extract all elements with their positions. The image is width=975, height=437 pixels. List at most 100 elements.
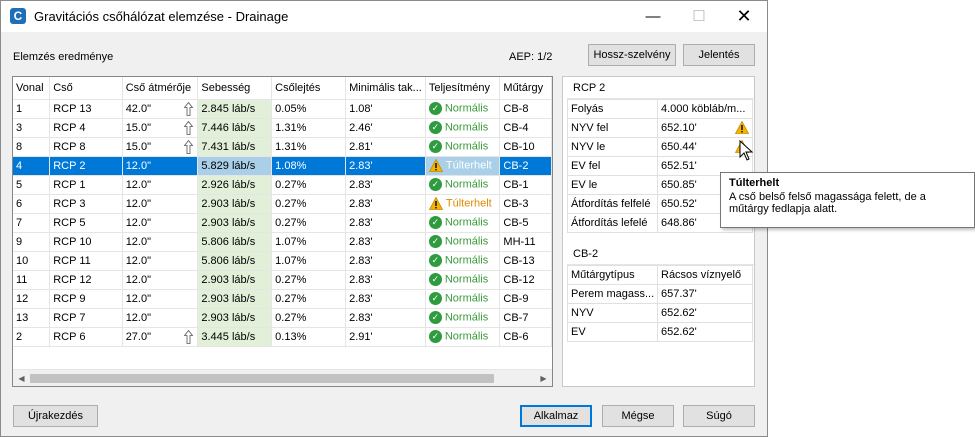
velocity-cell-value: 7.431 láb/s [201, 140, 256, 153]
table-row[interactable]: 8 RCP 8 15.0" 7.431 láb/s 1.31% 2.81' ✓ Normáli… [13, 137, 552, 157]
min-cover-cell-value: 2.91' [349, 330, 373, 343]
table-row[interactable]: 13 RCP 7 12.0" 2.903 láb/s 0.27% 2.83' ✓ Normál… [13, 308, 552, 328]
performance-value: Normális [444, 121, 489, 134]
line-cell-value: 4 [16, 159, 23, 172]
slope-cell: 0.27% [271, 308, 347, 328]
close-button[interactable]: ✕ [721, 1, 767, 32]
table-header-row: Vonal Cső Cső átmérője Sebesség Csőlejtés Min… [13, 77, 552, 100]
pipe-cell-value: RCP 3 [53, 197, 86, 210]
property-row[interactable]: Műtárgytípus Rácsos víznyelő [567, 265, 753, 285]
min-cover-cell: 2.83' [345, 156, 426, 176]
performance-value: Normális [444, 216, 489, 229]
column-header[interactable]: Sebesség [197, 77, 273, 100]
profile-button[interactable]: Hossz-szelvény [588, 44, 676, 66]
performance-cell: ✓ Normális [425, 137, 501, 157]
overload-tooltip: Túlterhelt A cső belső felső magassága f… [720, 172, 975, 228]
minimize-button[interactable]: — [630, 1, 676, 32]
table-row[interactable]: 9 RCP 10 12.0" 5.806 láb/s 1.07% 2.83' ✓ Normál… [13, 232, 552, 252]
table-row[interactable]: 10 RCP 11 12.0" 5.806 láb/s 1.07% 2.83' ✓ Normá… [13, 251, 552, 271]
table-row[interactable]: 1 RCP 13 42.0" 2.845 láb/s 0.05% 1.08' ✓ Normál… [13, 99, 552, 119]
min-cover-cell: 2.83' [345, 232, 426, 252]
check-circle-icon: ✓ [428, 140, 442, 153]
property-label: EV le [567, 175, 658, 195]
velocity-cell: 5.806 láb/s [197, 232, 273, 252]
table-row[interactable]: 7 RCP 5 12.0" 2.903 láb/s 0.27% 2.83' ✓ Normáli… [13, 213, 552, 233]
structure-cell: CB-4 [499, 118, 552, 138]
diameter-cell-value: 12.0" [125, 292, 152, 305]
property-row[interactable]: Folyás 4.000 köbláb/m... [567, 99, 753, 119]
table-row[interactable]: 4 RCP 2 12.0" 5.829 láb/s 1.08% 2.83' Túlterhe… [13, 156, 552, 176]
column-header[interactable]: Teljesítmény [425, 77, 501, 100]
slope-cell: 1.07% [271, 251, 347, 271]
slope-cell-value: 0.27% [275, 292, 307, 305]
diameter-cell-value: 27.0" [125, 330, 152, 343]
slope-cell-value: 1.08% [275, 159, 307, 172]
property-row[interactable]: EV 652.62' [567, 322, 753, 342]
slope-cell: 1.07% [271, 232, 347, 252]
diameter-cell-value: 12.0" [125, 311, 152, 324]
aep-indicator: AEP: 1/2 [509, 51, 553, 63]
line-cell: 9 [13, 232, 51, 252]
scroll-right-icon[interactable]: ▶ [535, 370, 552, 386]
line-cell-value: 13 [16, 311, 29, 324]
properties-panel: RCP 2 Folyás 4.000 köbláb/m... NYV fel 652.… [562, 76, 755, 387]
pipe-cell: RCP 6 [49, 327, 123, 347]
velocity-cell-value: 5.829 láb/s [201, 159, 256, 172]
property-value-text: 652.62' [661, 307, 697, 319]
min-cover-cell: 2.83' [345, 213, 426, 233]
slope-cell-value: 0.27% [275, 178, 307, 191]
property-row[interactable]: NYV fel 652.10' [567, 118, 753, 138]
performance-cell: ✓ Normális [425, 175, 501, 195]
help-button[interactable]: Súgó [683, 405, 755, 427]
table-row[interactable]: 5 RCP 1 12.0" 2.926 láb/s 0.27% 2.83' ✓ Normáli… [13, 175, 552, 195]
report-button[interactable]: Jelentés [683, 44, 755, 66]
title-bar: C Gravitációs csőhálózat elemzése - Drai… [1, 1, 767, 32]
pipe-cell: RCP 4 [49, 118, 123, 138]
min-cover-cell: 2.83' [345, 251, 426, 271]
structure-cell: CB-13 [499, 251, 552, 271]
min-cover-cell-value: 2.83' [349, 273, 373, 286]
maximize-button[interactable]: ☐ [676, 1, 722, 32]
min-cover-cell-value: 2.83' [349, 292, 373, 305]
performance-cell: ✓ Normális [425, 289, 501, 309]
line-cell-value: 3 [16, 121, 23, 134]
line-cell: 8 [13, 137, 51, 157]
scrollbar-thumb[interactable] [30, 374, 494, 383]
property-row[interactable]: NYV 652.62' [567, 303, 753, 323]
table-row[interactable]: 6 RCP 3 12.0" 2.903 láb/s 0.27% 2.83' Túlterhe… [13, 194, 552, 214]
line-cell-value: 2 [16, 330, 23, 343]
property-row[interactable]: NYV le 650.44' [567, 137, 753, 157]
column-header[interactable]: Minimális tak... [345, 77, 426, 100]
line-cell: 12 [13, 289, 51, 309]
slope-cell-value: 1.31% [275, 121, 307, 134]
scroll-left-icon[interactable]: ◀ [13, 370, 30, 386]
table-row[interactable]: 2 RCP 6 27.0" 3.445 láb/s 0.13% 2.91' ✓ Normáli… [13, 327, 552, 347]
diameter-cell: 12.0" [122, 175, 199, 195]
column-header[interactable]: Cső [49, 77, 123, 100]
column-header[interactable]: Csőlejtés [271, 77, 347, 100]
slope-cell: 0.27% [271, 270, 347, 290]
reset-button[interactable]: Újrakezdés [13, 405, 98, 427]
property-value: Rácsos víznyelő [657, 265, 753, 285]
horizontal-scrollbar[interactable]: ◀ ▶ [13, 369, 552, 386]
warning-icon[interactable] [734, 120, 750, 134]
min-cover-cell-value: 2.83' [349, 311, 373, 324]
property-value: 657.37' [657, 284, 753, 304]
velocity-cell: 2.903 láb/s [197, 194, 273, 214]
min-cover-cell: 2.91' [345, 327, 426, 347]
column-header[interactable]: Vonal [13, 77, 51, 100]
line-cell-value: 11 [16, 273, 28, 286]
apply-button[interactable]: Alkalmaz [520, 405, 592, 427]
table-row[interactable]: 12 RCP 9 12.0" 2.903 láb/s 0.27% 2.83' ✓ Normál… [13, 289, 552, 309]
property-row[interactable]: Perem magass... 657.37' [567, 284, 753, 304]
results-grid[interactable]: Vonal Cső Cső átmérője Sebesség Csőlejtés Min… [12, 76, 553, 387]
pipe-group-title: RCP 2 [567, 77, 754, 99]
table-row[interactable]: 11 RCP 12 12.0" 2.903 láb/s 0.27% 2.83' ✓ Normá… [13, 270, 552, 290]
table-row[interactable]: 3 RCP 4 15.0" 7.446 láb/s 1.31% 2.46' ✓ Normáli… [13, 118, 552, 138]
velocity-cell: 2.845 láb/s [197, 99, 273, 119]
structure-cell: CB-8 [499, 99, 552, 119]
column-header[interactable]: Műtárgy [499, 77, 552, 100]
column-header[interactable]: Cső átmérője [122, 77, 199, 100]
cancel-button[interactable]: Mégse [602, 405, 674, 427]
property-label: Átfordítás lefelé [567, 213, 658, 233]
